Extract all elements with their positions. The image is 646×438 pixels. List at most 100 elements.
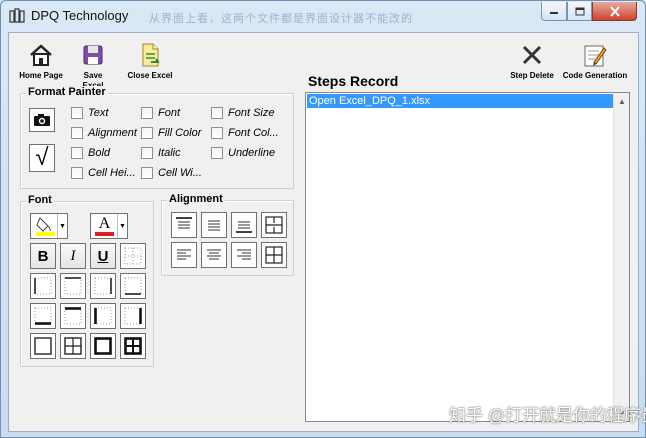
step-delete-label: Step Delete: [510, 71, 554, 80]
fp-option-label: Fill Color: [158, 127, 202, 139]
border-top-button[interactable]: [60, 273, 86, 299]
fp-option-bold[interactable]: Bold: [71, 147, 110, 159]
code-generation-icon: [581, 41, 609, 69]
border-top-icon: [64, 277, 82, 295]
fp-option-cell-width[interactable]: Cell Wi...: [141, 167, 202, 179]
checkbox[interactable]: [211, 127, 223, 139]
checkbox[interactable]: [211, 147, 223, 159]
format-painter-capture-button[interactable]: [29, 108, 55, 132]
align-right-button[interactable]: [231, 242, 257, 268]
save-excel-button[interactable]: Save Excel: [73, 41, 113, 91]
border-left-button[interactable]: [30, 273, 56, 299]
format-painter-title: Format Painter: [26, 86, 108, 98]
italic-button[interactable]: I: [60, 243, 86, 269]
fp-option-alignment[interactable]: Alignment: [71, 127, 137, 139]
checkbox[interactable]: [211, 107, 223, 119]
unmerge-cells-button[interactable]: [261, 242, 287, 268]
camera-icon: [34, 114, 50, 126]
border-bottom-button[interactable]: [120, 273, 146, 299]
format-painter-apply-button[interactable]: √: [29, 144, 55, 172]
fp-option-text[interactable]: Text: [71, 107, 108, 119]
home-page-button[interactable]: Home Page: [19, 41, 63, 81]
fp-option-font[interactable]: Font: [141, 107, 180, 119]
border-none-icon: [124, 247, 142, 265]
border-all-icon: [64, 337, 82, 355]
minimize-button[interactable]: [541, 2, 567, 21]
align-right-icon: [237, 249, 251, 260]
align-left-button[interactable]: [171, 242, 197, 268]
border-thick-right-button[interactable]: [120, 303, 146, 329]
list-item[interactable]: Open Excel_DPQ_1.xlsx: [307, 94, 613, 108]
window-ghost-title: 从界面上看，这两个文件都是界面设计器不能改的: [149, 13, 413, 25]
fp-option-font-color[interactable]: Font Col...: [211, 127, 279, 139]
checkbox[interactable]: [71, 147, 83, 159]
border-thick-bottom-button[interactable]: [30, 303, 56, 329]
code-generation-button[interactable]: Code Generation: [562, 41, 628, 81]
align-left-icon: [177, 249, 191, 260]
bold-button[interactable]: B: [30, 243, 56, 269]
font-color-letter: A: [98, 215, 111, 232]
fill-color-dropdown[interactable]: ▼: [30, 213, 68, 239]
client-area: Home Page Save Excel Close Excel Step De…: [8, 32, 639, 432]
border-thick-top-icon: [64, 307, 82, 325]
fp-option-fill-color[interactable]: Fill Color: [141, 127, 201, 139]
font-color-dropdown[interactable]: A ▼: [90, 213, 128, 239]
maximize-button[interactable]: [567, 2, 592, 21]
checkbox[interactable]: [141, 167, 153, 179]
alignment-group: Alignment: [161, 193, 294, 276]
fp-option-label: Underline: [228, 147, 276, 159]
fp-option-label: Alignment: [88, 127, 137, 139]
checkbox[interactable]: [141, 107, 153, 119]
vertical-scrollbar[interactable]: ▲ ▼: [613, 93, 629, 421]
step-delete-button[interactable]: Step Delete: [509, 41, 555, 81]
close-excel-label: Close Excel: [127, 71, 173, 80]
checkbox[interactable]: [71, 107, 83, 119]
fp-option-label: Cell Hei...: [88, 167, 136, 179]
close-icon: [609, 5, 620, 17]
border-thick-top-button[interactable]: [60, 303, 86, 329]
home-icon: [27, 41, 55, 69]
fp-option-font-size[interactable]: Font Size: [211, 107, 274, 119]
close-window-button[interactable]: [592, 2, 637, 21]
fp-option-label: Font Size: [228, 107, 275, 119]
fp-option-underline[interactable]: Underline: [211, 147, 275, 159]
checkbox[interactable]: [71, 127, 83, 139]
font-group-title: Font: [26, 194, 54, 206]
steps-record-list[interactable]: Open Excel_DPQ_1.xlsx ▲ ▼: [305, 92, 630, 422]
maximize-icon: [575, 7, 584, 15]
app-logo-icon: [9, 8, 25, 23]
fp-option-cell-height[interactable]: Cell Hei...: [71, 167, 136, 179]
fill-color-icon: [32, 215, 57, 237]
underline-icon: U: [97, 247, 109, 265]
border-all-button[interactable]: [60, 333, 86, 359]
title-bar[interactable]: DPQ Technology 从界面上看，这两个文件都是界面设计器不能改的: [1, 1, 645, 31]
align-bottom-button[interactable]: [231, 212, 257, 238]
minimize-icon: [550, 12, 558, 14]
align-center-button[interactable]: [201, 242, 227, 268]
alignment-group-title: Alignment: [167, 193, 225, 205]
fp-option-italic[interactable]: Italic: [141, 147, 181, 159]
border-none-button[interactable]: [120, 243, 146, 269]
close-excel-button[interactable]: Close Excel: [127, 41, 173, 81]
scroll-up-icon[interactable]: ▲: [614, 93, 630, 109]
border-thick-left-icon: [94, 307, 112, 325]
border-thick-all-button[interactable]: [120, 333, 146, 359]
merge-cells-button[interactable]: [261, 212, 287, 238]
border-thick-outside-button[interactable]: [90, 333, 116, 359]
checkbox[interactable]: [141, 127, 153, 139]
align-top-button[interactable]: [171, 212, 197, 238]
align-middle-button[interactable]: [201, 212, 227, 238]
chevron-down-icon[interactable]: ▼: [117, 214, 127, 238]
underline-button[interactable]: U: [90, 243, 116, 269]
border-thick-outside-icon: [94, 337, 112, 355]
font-color-bar: [95, 232, 114, 236]
border-thick-left-button[interactable]: [90, 303, 116, 329]
border-thick-bottom-icon: [34, 307, 52, 325]
font-group: Font ▼ A ▼ B I U: [20, 194, 154, 367]
border-right-button[interactable]: [90, 273, 116, 299]
checkbox[interactable]: [141, 147, 153, 159]
checkbox[interactable]: [71, 167, 83, 179]
chevron-down-icon[interactable]: ▼: [57, 214, 67, 238]
border-outside-button[interactable]: [30, 333, 56, 359]
watermark-text: 知乎 @打开就是你的程序员: [449, 406, 646, 425]
